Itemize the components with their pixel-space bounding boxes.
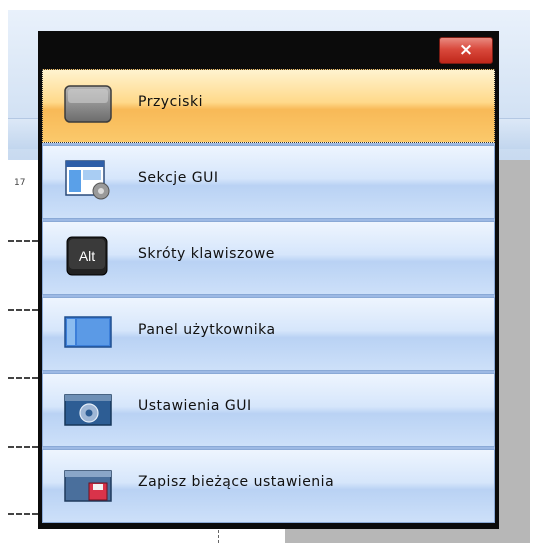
button-icon <box>64 85 112 123</box>
menu-item-label: Ustawienia GUI <box>138 398 252 414</box>
menu-item-keyboard-shortcuts[interactable]: Alt Skróty klawiszowe <box>42 221 495 295</box>
keyboard-alt-key-icon: Alt <box>66 236 108 276</box>
guide-line <box>8 446 38 448</box>
guide-line-vertical <box>218 530 219 543</box>
ruler-number: 17 <box>14 178 26 188</box>
guide-line <box>8 240 38 242</box>
gui-settings-gear-icon <box>64 394 112 426</box>
menu-item-save-settings[interactable]: Zapisz bieżące ustawienia <box>42 449 495 523</box>
menu-item-label: Przyciski <box>138 94 203 110</box>
menu-item-label: Zapisz bieżące ustawienia <box>138 474 335 490</box>
menu-item-buttons[interactable]: Przyciski <box>42 69 495 143</box>
menu-item-label: Sekcje GUI <box>138 170 219 186</box>
alt-key-text: Alt <box>79 248 95 264</box>
guide-line <box>8 513 38 515</box>
save-settings-floppy-icon <box>64 470 112 502</box>
menu-item-user-panel[interactable]: Panel użytkownika <box>42 297 495 371</box>
user-panel-icon <box>64 316 112 348</box>
menu-item-label: Panel użytkownika <box>138 322 276 338</box>
menu-item-gui-settings[interactable]: Ustawienia GUI <box>42 373 495 447</box>
close-button[interactable]: × <box>439 37 493 64</box>
guide-line <box>8 377 38 379</box>
guide-line <box>8 309 38 311</box>
gui-sections-icon <box>65 160 110 200</box>
settings-menu-list: Przyciski Sekcje GUI Alt Skróty klawiszo… <box>42 69 495 523</box>
menu-item-label: Skróty klawiszowe <box>138 246 275 262</box>
menu-item-gui-sections[interactable]: Sekcje GUI <box>42 145 495 219</box>
